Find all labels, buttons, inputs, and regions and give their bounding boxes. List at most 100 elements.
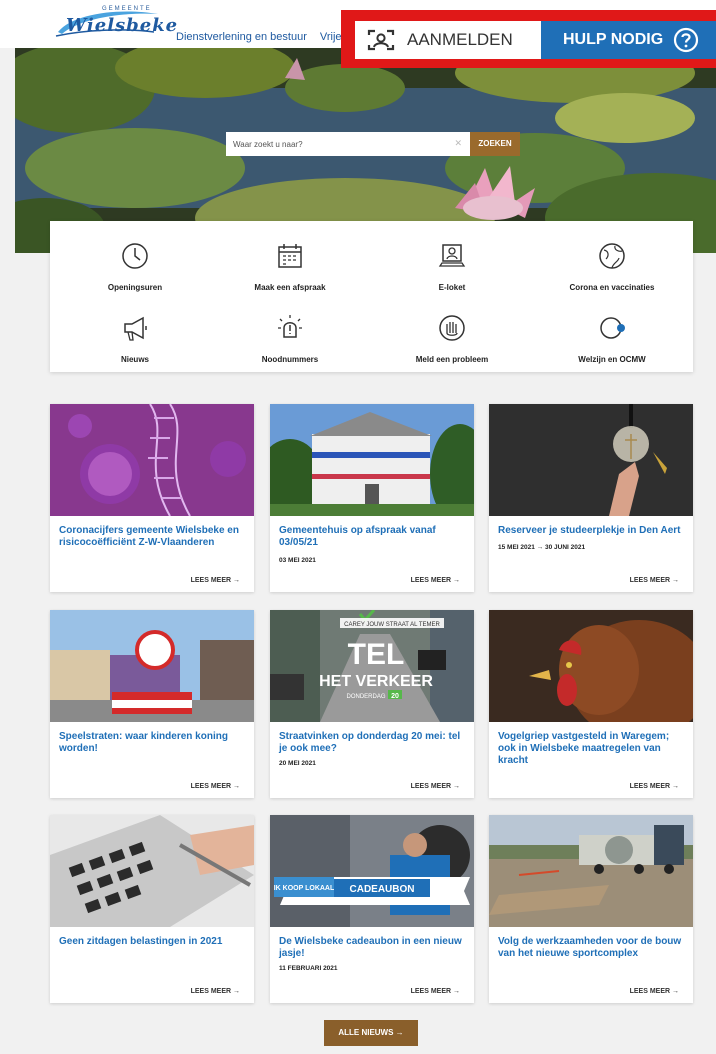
- nav-item-vrije-tijd[interactable]: Vrije: [320, 31, 342, 43]
- login-label: AANMELDEN: [407, 30, 513, 49]
- voucher-top-text: IK KOOP LOKAAL: [274, 885, 335, 892]
- login-button[interactable]: AANMELDEN: [355, 21, 541, 59]
- arrow-right-icon: →: [672, 783, 679, 790]
- date-number-text: 20: [391, 693, 399, 700]
- news-image-gift-voucher: IK KOOP LOKAAL CADEAUBON: [270, 815, 474, 927]
- read-more-link[interactable]: LEES MEER →: [411, 783, 460, 790]
- news-image-coronavirus: [50, 404, 254, 516]
- news-image-chicken: [489, 610, 693, 722]
- calendar-icon: [278, 244, 302, 268]
- read-more-link[interactable]: LEES MEER →: [191, 988, 240, 995]
- news-card[interactable]: Coronacijfers gemeente Wielsbeke en risi…: [50, 404, 254, 592]
- read-more-label: LEES MEER: [190, 783, 232, 790]
- help-button[interactable]: HULP NODIG: [541, 21, 716, 59]
- search-input[interactable]: Waar zoekt u naar? ✕: [226, 132, 470, 156]
- quick-link-label: Noodnummers: [261, 355, 319, 364]
- news-title[interactable]: Speelstraten: waar kinderen koning worde…: [59, 731, 249, 755]
- globe-icon: [599, 243, 625, 269]
- news-title[interactable]: Straatvinken op donderdag 20 mei: tel je…: [279, 731, 469, 755]
- arrow-right-icon: →: [453, 577, 460, 584]
- donderdag-text: DONDERDAG: [346, 694, 385, 700]
- read-more-link[interactable]: LEES MEER →: [630, 988, 679, 995]
- site-logo[interactable]: GEMEENTE Wielsbeke: [54, 6, 177, 40]
- quick-link-noodnummers[interactable]: Noodnummers: [210, 301, 370, 371]
- quick-links-panel: Openingsuren Maak een afspraak E-loket C…: [50, 221, 693, 372]
- news-image-lightbulb: [489, 404, 693, 516]
- news-card[interactable]: Geen zitdagen belastingen in 2021 LEES M…: [50, 815, 254, 1003]
- quick-link-label: E-loket: [438, 283, 466, 292]
- quick-link-label: Meld een probleem: [415, 355, 489, 364]
- help-label: HULP NODIG: [563, 31, 664, 48]
- read-more-link[interactable]: LEES MEER →: [411, 988, 460, 995]
- news-title[interactable]: Geen zitdagen belastingen in 2021: [59, 936, 249, 948]
- all-news-label: ALLE NIEUWS: [338, 1028, 394, 1037]
- news-card[interactable]: Gemeentehuis op afspraak vanaf 03/05/21 …: [270, 404, 474, 592]
- read-more-link[interactable]: LEES MEER →: [191, 783, 240, 790]
- quick-link-nieuws[interactable]: Nieuws: [55, 301, 215, 371]
- read-more-link[interactable]: LEES MEER →: [630, 783, 679, 790]
- tel-text: TEL: [348, 638, 405, 671]
- arrow-right-icon: →: [233, 988, 240, 995]
- alarm-light-icon: [278, 315, 302, 338]
- news-title[interactable]: De Wielsbeke cadeaubon in een nieuw jasj…: [279, 936, 469, 960]
- news-image-construction-site: [489, 815, 693, 927]
- news-date: 11 FEBRUARI 2021: [279, 965, 338, 972]
- news-card[interactable]: Speelstraten: waar kinderen koning worde…: [50, 610, 254, 798]
- read-more-link[interactable]: LEES MEER →: [630, 577, 679, 584]
- quick-link-afspraak[interactable]: Maak een afspraak: [210, 229, 370, 299]
- quick-link-e-loket[interactable]: E-loket: [372, 229, 532, 299]
- megaphone-icon: [124, 316, 147, 341]
- news-title[interactable]: Reserveer je studeerplekje in Den Aert: [498, 525, 688, 537]
- verkeer-text: HET VERKEER: [319, 673, 433, 690]
- news-title[interactable]: Gemeentehuis op afspraak vanaf 03/05/21: [279, 525, 469, 549]
- computer-user-icon: [438, 244, 466, 267]
- read-more-link[interactable]: LEES MEER →: [411, 577, 460, 584]
- news-image-calculator: [50, 815, 254, 927]
- clear-icon[interactable]: ✕: [454, 138, 462, 149]
- arrow-right-icon: →: [395, 1028, 404, 1037]
- read-more-label: LEES MEER: [190, 577, 232, 584]
- quick-link-corona[interactable]: Corona en vaccinaties: [532, 229, 692, 299]
- news-card[interactable]: Reserveer je studeerplekje in Den Aert 1…: [489, 404, 693, 592]
- read-more-label: LEES MEER: [629, 577, 671, 584]
- news-title[interactable]: Vogelgriep vastgesteld in Waregem; ook i…: [498, 731, 688, 767]
- arrow-right-icon: →: [233, 783, 240, 790]
- quick-link-meld-probleem[interactable]: Meld een probleem: [372, 301, 532, 371]
- news-card[interactable]: Volg de werkzaamheden voor de bouw van h…: [489, 815, 693, 1003]
- quick-link-label: Openingsuren: [107, 283, 163, 292]
- banner-text: CAREY JOUW STRAAT AL TEMER: [344, 622, 440, 628]
- news-date: 03 MEI 2021: [279, 557, 316, 564]
- quick-link-openingsuren[interactable]: Openingsuren: [55, 229, 215, 299]
- news-date: 20 MEI 2021: [279, 760, 316, 767]
- logo-subtitle: GEMEENTE: [102, 6, 152, 12]
- clock-icon: [122, 243, 148, 269]
- news-image-traffic-count: CAREY JOUW STRAAT AL TEMER TEL HET VERKE…: [270, 610, 474, 722]
- read-more-label: LEES MEER: [629, 783, 671, 790]
- arrow-right-icon: →: [672, 988, 679, 995]
- search-button[interactable]: ZOEKEN: [470, 132, 520, 156]
- news-title[interactable]: Volg de werkzaamheden voor de bouw van h…: [498, 936, 688, 960]
- news-image-town-hall: [270, 404, 474, 516]
- news-card[interactable]: CAREY JOUW STRAAT AL TEMER TEL HET VERKE…: [270, 610, 474, 798]
- all-news-button[interactable]: ALLE NIEUWS →: [324, 1020, 418, 1046]
- news-image-play-street: [50, 610, 254, 722]
- news-card[interactable]: Vogelgriep vastgesteld in Waregem; ook i…: [489, 610, 693, 798]
- arrow-right-icon: →: [453, 783, 460, 790]
- news-card[interactable]: IK KOOP LOKAAL CADEAUBON De Wielsbeke ca…: [270, 815, 474, 1003]
- question-circle-icon: [674, 27, 699, 53]
- welfare-icon: [600, 317, 625, 339]
- quick-link-welzijn[interactable]: Welzijn en OCMW: [532, 301, 692, 371]
- read-more-label: LEES MEER: [410, 783, 452, 790]
- arrow-right-icon: →: [453, 988, 460, 995]
- read-more-label: LEES MEER: [410, 988, 452, 995]
- search-placeholder: Waar zoekt u naar?: [233, 140, 303, 149]
- raised-hand-icon: [439, 315, 465, 341]
- main-nav: Dienstverlening en bestuur Vrije: [176, 31, 352, 43]
- read-more-link[interactable]: LEES MEER →: [191, 577, 240, 584]
- nav-item-dienstverlening[interactable]: Dienstverlening en bestuur: [176, 31, 307, 43]
- news-title[interactable]: Coronacijfers gemeente Wielsbeke en risi…: [59, 525, 249, 549]
- quick-link-label: Corona en vaccinaties: [569, 283, 655, 292]
- quick-link-label: Maak een afspraak: [254, 283, 326, 292]
- logo-text: Wielsbeke: [66, 15, 179, 36]
- arrow-right-icon: →: [233, 577, 240, 584]
